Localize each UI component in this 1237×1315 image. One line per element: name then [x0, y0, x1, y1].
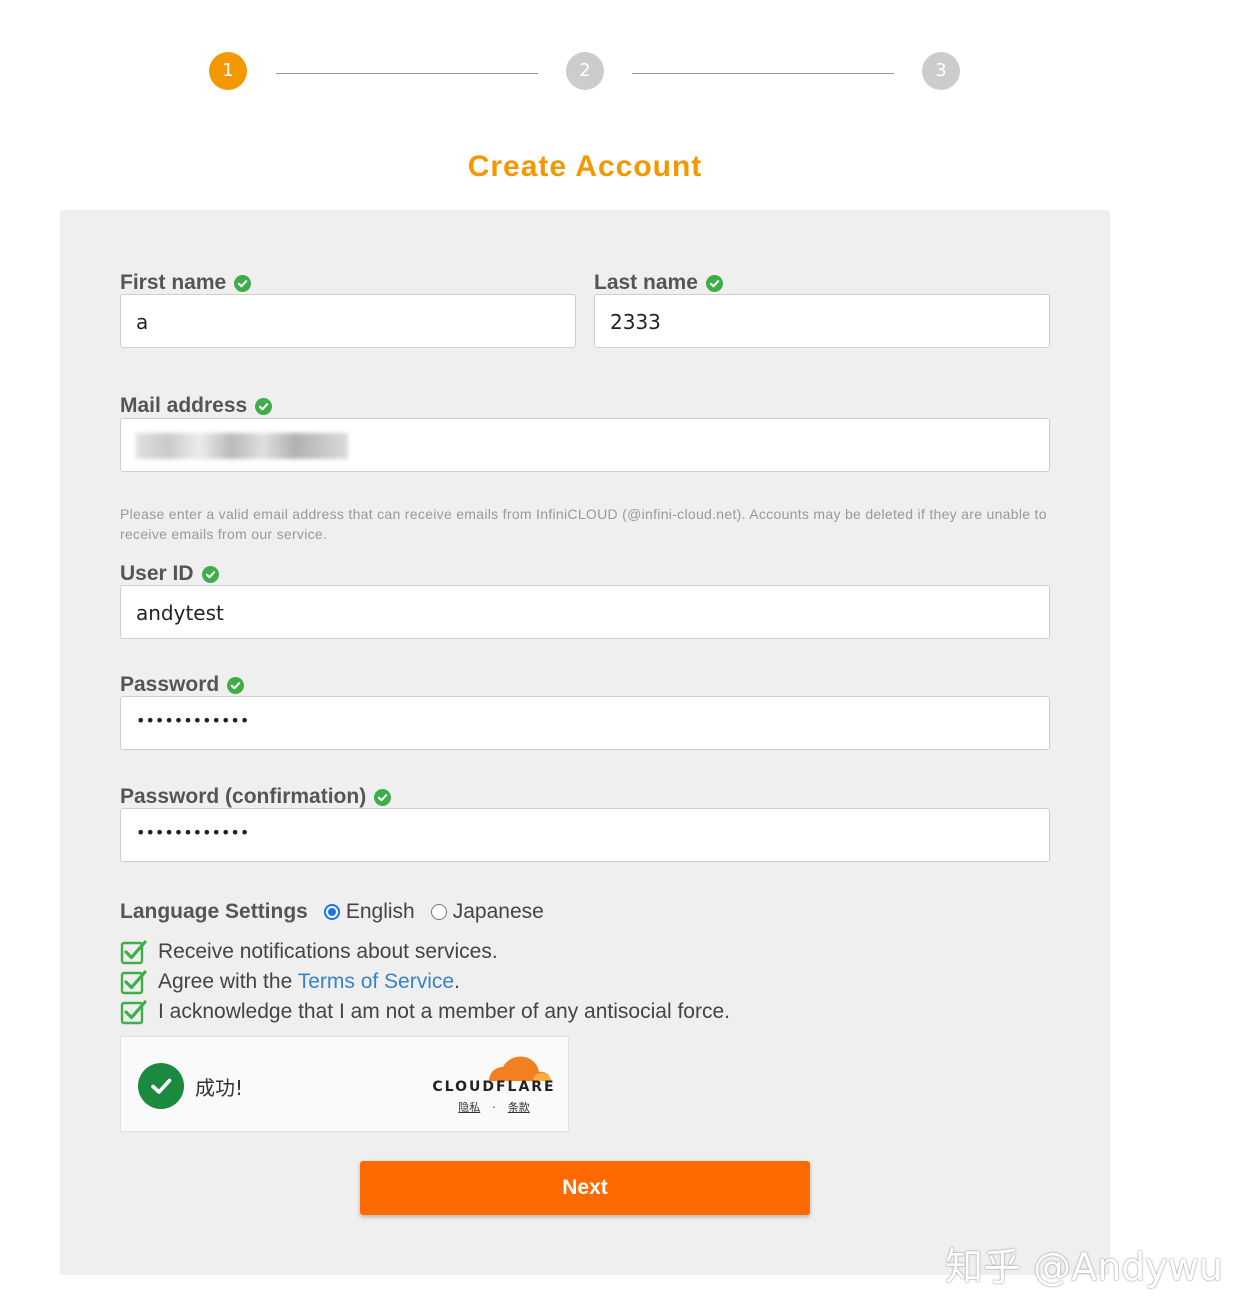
mail-address-input[interactable] [120, 418, 1050, 472]
success-check-icon [138, 1063, 184, 1109]
password-confirmation-input[interactable]: •••••••••••• [120, 808, 1050, 862]
radio-japanese-label[interactable]: Japanese [453, 900, 544, 924]
zhihu-watermark: 知乎 @Andywu [945, 1245, 1223, 1289]
check-circle-icon [255, 397, 273, 415]
terms-checkbox-row[interactable]: Agree with the Terms of Service. [120, 968, 460, 996]
check-circle-icon [705, 274, 723, 292]
progress-stepper: 1 2 3 [0, 52, 1237, 92]
first-name-label: First name [120, 271, 252, 295]
notifications-checkbox-label: Receive notifications about services. [158, 940, 498, 963]
check-circle-icon [234, 274, 252, 292]
notifications-checkbox-row[interactable]: Receive notifications about services. [120, 938, 498, 966]
password-confirmation-label: Password (confirmation) [120, 785, 392, 809]
step-1-indicator: 1 [209, 52, 247, 90]
check-circle-icon [201, 565, 219, 583]
step-connector [632, 73, 894, 74]
captcha-status-text: 成功! [195, 1076, 244, 1100]
check-circle-icon [227, 676, 245, 694]
radio-english[interactable] [323, 904, 340, 920]
antisocial-checkbox-row[interactable]: I acknowledge that I am not a member of … [120, 998, 730, 1026]
privacy-link[interactable]: 隐私 [458, 1101, 480, 1114]
terms-checkbox-label: Agree with the Terms of Service. [158, 970, 460, 993]
user-id-input[interactable]: andytest [120, 585, 1050, 639]
checkbox-checked-icon[interactable] [120, 939, 148, 965]
redacted-email [136, 433, 348, 459]
cloudflare-logo-text: CLOUDFLARE [432, 1079, 556, 1095]
radio-english-label[interactable]: English [346, 900, 415, 924]
step-connector [276, 73, 538, 74]
last-name-input[interactable]: 2333 [594, 294, 1050, 348]
password-label: Password [120, 673, 245, 697]
password-input[interactable]: •••••••••••• [120, 696, 1050, 750]
first-name-input[interactable]: a [120, 294, 576, 348]
step-2-indicator: 2 [566, 52, 604, 90]
mail-address-label: Mail address [120, 394, 273, 418]
last-name-label: Last name [594, 271, 723, 295]
user-id-label: User ID [120, 562, 219, 586]
captcha-links: 隐私 · 条款 [458, 1101, 530, 1114]
next-button[interactable]: Next [360, 1161, 810, 1215]
checkbox-checked-icon[interactable] [120, 969, 148, 995]
mail-hint-text: Please enter a valid email address that … [120, 506, 1047, 542]
radio-japanese[interactable] [430, 904, 447, 920]
terms-link[interactable]: 条款 [508, 1101, 530, 1114]
antisocial-checkbox-label: I acknowledge that I am not a member of … [158, 1000, 730, 1023]
cloudflare-turnstile-widget: 成功! CLOUDFLARE 隐私 · 条款 [120, 1036, 569, 1132]
step-3-indicator: 3 [922, 52, 960, 90]
checkbox-checked-icon[interactable] [120, 999, 148, 1025]
language-settings: Language Settings English Japanese [120, 898, 558, 926]
language-settings-label: Language Settings [120, 900, 308, 923]
page-title: Create Account [467, 150, 703, 183]
terms-of-service-link[interactable]: Terms of Service [298, 970, 454, 993]
check-circle-icon [374, 788, 392, 806]
